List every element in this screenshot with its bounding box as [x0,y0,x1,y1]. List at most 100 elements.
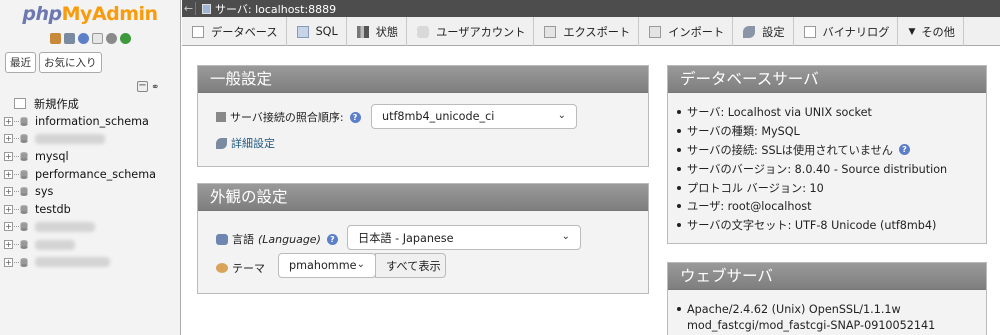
language-icon [216,233,228,245]
database-name: sys [35,185,54,199]
list-item: サーバのバージョン: 8.0.40 - Source distribution [677,159,947,178]
tab-sql[interactable]: SQL [287,17,347,46]
server-breadcrumb[interactable]: サーバ: localhost:8889 [215,1,336,17]
collation-row: サーバ接続の照合順序: ? [216,109,361,125]
database-tree: 新規作成 + information_schema + + mysql + pe… [0,95,180,271]
list-item: サーバの種類: MySQL [677,122,947,141]
help-icon[interactable]: ? [326,233,338,245]
nav-tabs: 最近 お気に入り [0,48,180,77]
recent-tab[interactable]: 最近 [5,52,36,73]
expand-icon[interactable]: + [4,257,13,267]
expand-icon[interactable]: + [4,169,13,179]
chevron-down-icon: ⌄ [561,231,570,242]
tab-label: SQL [315,25,338,38]
theme-value: pmahomme [289,259,357,272]
users-icon [417,25,430,38]
list-item: サーバ: Localhost via UNIX socket [677,103,947,122]
new-database-item[interactable]: 新規作成 [4,95,180,113]
tab-label: 設定 [762,25,785,39]
link-with-main-icon[interactable]: ⚭ [151,82,159,93]
database-name: performance_schema [35,167,156,181]
expand-icon[interactable]: + [4,134,13,144]
database-item[interactable]: + [4,253,180,271]
tab-databases[interactable]: データベース [182,17,287,46]
database-name: testdb [35,202,71,216]
advanced-settings-link[interactable]: 詳細設定 [231,135,275,151]
blurred-database-name [35,221,95,232]
tab-label: エクスポート [563,25,631,39]
server-breadcrumb-bar: ← サーバ: localhost:8889 [182,0,1000,17]
database-icon [14,151,28,162]
nav-controls: − ⚭ [0,77,180,95]
language-select[interactable]: 日本語 - Japanese ⌄ [347,225,581,250]
top-menu: データベース SQL 状態 ユーザアカウント エクスポート インポート 設定 バ… [182,17,1000,46]
expand-icon[interactable]: + [4,222,13,232]
list-item: Apache/2.4.62 (Unix) OpenSSL/1.1.1w [677,301,935,317]
database-item[interactable]: + mysql [4,148,180,166]
tab-settings[interactable]: 設定 [733,17,794,46]
collation-select[interactable]: utf8mb4_unicode_ci ⌄ [371,104,577,129]
database-icon [192,25,204,38]
nav-icon-bar [0,28,180,48]
wrench-icon [216,137,227,149]
expand-icon[interactable]: + [4,204,13,214]
favorites-tab[interactable]: お気に入り [39,52,102,73]
tab-more[interactable]: ▼ その他 [898,17,964,46]
status-icon [356,25,369,38]
expand-icon[interactable]: + [4,187,13,197]
help-icon[interactable]: ? [898,144,910,156]
database-item[interactable]: + [4,130,180,148]
wrench-icon [743,25,756,38]
collapse-all-button[interactable]: − [137,81,148,92]
help-icon[interactable] [77,32,89,44]
tab-status[interactable]: 状態 [347,17,408,46]
database-item[interactable]: + sys [4,183,180,201]
collation-icon [216,112,226,122]
theme-row: テーマ [216,260,265,276]
import-icon [649,25,662,38]
phpmyadmin-logo[interactable]: phpMyAdmin [0,0,180,28]
theme-select[interactable]: pmahomme ⌄ [278,253,376,278]
sql-icon [296,25,309,38]
database-item[interactable]: + information_schema [4,113,180,131]
show-all-button[interactable]: すべて表示 [375,253,446,278]
docs-icon[interactable] [91,32,103,44]
tab-label: バイナリログ [822,25,890,39]
tab-label: データベース [211,25,278,39]
expand-icon[interactable]: + [4,116,13,126]
database-icon [14,186,28,197]
theme-icon [216,263,228,273]
database-item[interactable]: + [4,236,180,254]
help-icon[interactable]: ? [349,111,361,123]
language-value: 日本語 - Japanese [358,231,454,245]
database-server-panel: データベースサーバ サーバ: Localhost via UNIX socket… [667,65,987,244]
server-info-list: サーバ: Localhost via UNIX socket サーバの種類: M… [677,103,947,235]
panel-title: データベースサーバ [668,66,986,93]
new-database-label: 新規作成 [34,97,79,111]
server-icon [202,3,211,14]
collation-label: サーバ接続の照合順序: [230,111,344,124]
database-icon [14,204,28,215]
back-arrow-icon[interactable]: ← [182,2,196,15]
chevron-down-icon: ⌄ [557,110,566,121]
list-item: プロトコル バージョン: 10 [677,178,947,197]
tab-label: その他 [921,25,955,39]
tab-export[interactable]: エクスポート [534,17,640,46]
web-server-panel: ウェブサーバ Apache/2.4.62 (Unix) OpenSSL/1.1.… [667,262,987,335]
database-item[interactable]: + testdb [4,201,180,219]
logout-icon[interactable] [63,32,75,44]
database-icon [14,221,28,232]
language-label: 言語 [232,233,254,246]
reload-icon[interactable] [119,32,131,44]
settings-gear-icon[interactable] [105,32,117,44]
home-icon[interactable] [49,32,61,44]
database-icon [14,257,28,268]
database-item[interactable]: + [4,218,180,236]
expand-icon[interactable]: + [4,240,13,250]
tab-user-accounts[interactable]: ユーザアカウント [407,17,535,46]
database-item[interactable]: + performance_schema [4,165,180,183]
language-label-en: (Language) [258,232,321,246]
tab-import[interactable]: インポート [639,17,734,46]
expand-icon[interactable]: + [4,152,13,162]
tab-binary-log[interactable]: バイナリログ [794,17,899,46]
